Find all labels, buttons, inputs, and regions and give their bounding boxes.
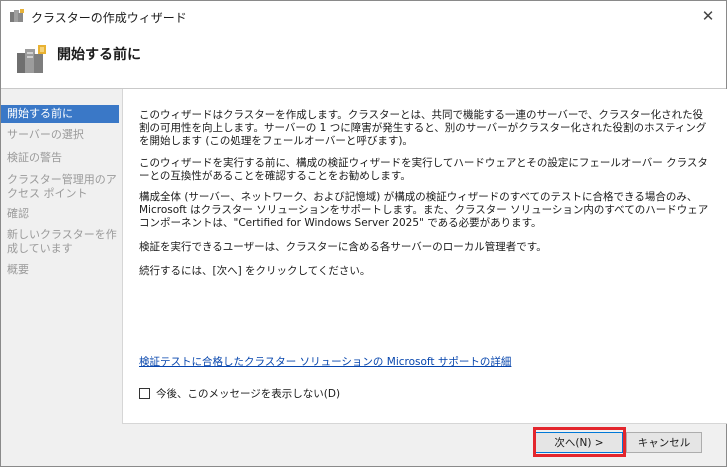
dont-show-again-row[interactable]: 今後、このメッセージを表示しない(D) [139,386,340,401]
wizard-window: クラスターの作成ウィザード ✕ 開始する前に 開始する前に サーバーの選択 検証… [0,0,727,467]
page-title: 開始する前に [57,47,141,63]
support-paragraph: 構成全体 (サーバー、ネットワーク、および記憶域) が構成の検証ウィザードのすべ… [139,191,709,229]
cancel-button[interactable]: キャンセル [626,432,702,453]
validation-paragraph: このウィザードを実行する前に、構成の検証ウィザードを実行してハードウェアとその設… [139,157,708,182]
next-button[interactable]: 次へ(N) > [535,432,623,453]
close-button[interactable]: ✕ [698,7,718,25]
wizard-header: 開始する前に [1,31,726,89]
support-details-link[interactable]: 検証テストに合格したクラスター ソリューションの Microsoft サポートの… [139,354,511,369]
step-access-point[interactable]: クラスター管理用のアクセス ポイント [1,173,119,201]
title-bar: クラスターの作成ウィザード ✕ [1,1,726,31]
admin-paragraph: 検証を実行できるユーザーは、クラスターに含める各サーバーのローカル管理者です。 [139,241,547,253]
close-icon: ✕ [701,7,715,25]
step-summary[interactable]: 概要 [1,263,119,277]
cluster-app-icon [9,8,25,24]
wizard-steps-sidebar: 開始する前に サーバーの選択 検証の警告 クラスター管理用のアクセス ポイント … [1,101,121,466]
window-title: クラスターの作成ウィザード [31,11,187,25]
dont-show-again-label[interactable]: 今後、このメッセージを表示しない(D) [156,386,340,401]
cluster-servers-icon [15,43,49,77]
step-creating-cluster[interactable]: 新しいクラスターを作成しています [1,228,119,256]
step-confirmation[interactable]: 確認 [1,207,119,221]
dont-show-again-checkbox[interactable] [139,388,150,399]
intro-paragraph: このウィザードはクラスターを作成します。クラスターとは、共同で機能する一連のサー… [139,109,707,147]
wizard-content: このウィザードはクラスターを作成します。クラスターとは、共同で機能する一連のサー… [122,89,727,424]
step-select-servers[interactable]: サーバーの選択 [1,128,119,142]
step-validation-warning[interactable]: 検証の警告 [1,151,119,165]
continue-paragraph: 続行するには、[次へ] をクリックしてください。 [139,265,371,277]
wizard-footer: 次へ(N) > キャンセル [122,424,726,466]
step-before-you-begin[interactable]: 開始する前に [1,105,119,123]
